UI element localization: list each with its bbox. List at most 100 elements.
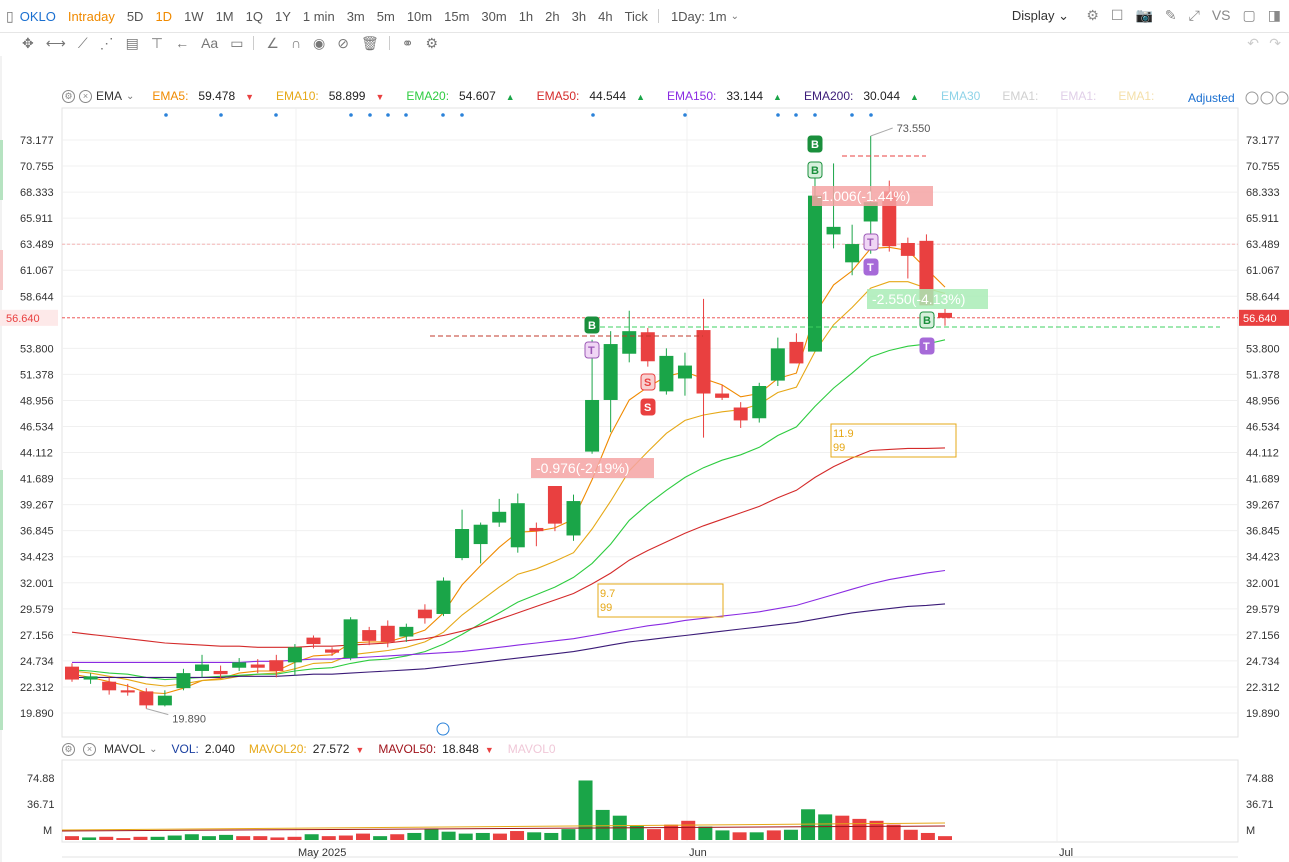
x-tick-label: May 2025: [298, 847, 346, 859]
candle-body: [640, 332, 655, 362]
volume-bar: [527, 832, 542, 840]
candle-body: [157, 695, 172, 706]
volume-bar: [133, 836, 148, 840]
volume-tick-label-left: 36.71: [27, 799, 55, 811]
candle-body: [733, 407, 748, 421]
candle-body: [287, 647, 302, 663]
candle-body: [900, 242, 915, 256]
axis-marker: [0, 140, 3, 200]
price-tick-label-left: 46.534: [20, 421, 54, 433]
price-tick-label-left: 63.489: [20, 239, 54, 251]
back-icon: [1245, 91, 1259, 105]
axis-marker: [0, 470, 3, 730]
price-tick-label-left: 29.579: [20, 604, 54, 616]
volume-bar: [99, 836, 114, 840]
price-tick-label: 32.001: [1246, 578, 1280, 590]
price-tick-label-left: 70.755: [20, 161, 54, 173]
price-tick-label-left: 58.644: [20, 291, 54, 303]
volume-bar: [150, 836, 165, 840]
candle-body: [139, 691, 154, 706]
price-tick-label-left: 19.890: [20, 708, 54, 720]
volume-bar: [510, 831, 525, 840]
volume-tick-label-left: M: [43, 825, 52, 837]
minus-icon: [1260, 91, 1274, 105]
candle-body: [826, 226, 841, 235]
low-pointer: [146, 708, 169, 716]
price-tick-label: 41.689: [1246, 474, 1280, 486]
candle-body: [362, 630, 377, 641]
price-tick-label-left: 34.423: [20, 552, 54, 564]
volume-bar: [407, 832, 422, 840]
signal-marker-text: B: [811, 165, 819, 177]
volume-bar: [65, 836, 79, 840]
signal-marker-text: B: [588, 320, 596, 332]
volume-bar: [886, 824, 901, 840]
candle-body: [195, 664, 210, 671]
price-tick-label: 56.640: [1243, 313, 1277, 325]
volume-tick-label: M: [1246, 825, 1255, 837]
high-label: 73.550: [897, 123, 931, 135]
price-tick-label-left: 32.001: [20, 578, 54, 590]
info-box-text: 99: [600, 602, 612, 614]
candle-body: [770, 348, 785, 381]
candle-body: [306, 637, 321, 645]
volume-bar: [544, 832, 559, 840]
volume-bar: [801, 809, 816, 840]
price-tick-label-left: 68.333: [20, 187, 54, 199]
change-badge-text: -2.550(-4.13%): [872, 291, 965, 307]
volume-bar: [681, 820, 696, 840]
candle-body: [436, 580, 451, 614]
candle-body: [677, 365, 692, 379]
price-tick-label-left: 27.156: [20, 630, 54, 642]
volume-tick-label: 36.71: [1246, 799, 1274, 811]
x-tick-label: Jun: [689, 847, 707, 859]
high-pointer: [870, 127, 893, 137]
price-tick-label: 46.534: [1246, 421, 1280, 433]
plus-icon: [1275, 91, 1289, 105]
event-dot: [776, 113, 780, 117]
price-tick-label-left: 48.956: [20, 395, 54, 407]
event-dot: [869, 113, 873, 117]
price-tick-label-left: 73.177: [20, 135, 54, 147]
candle-body: [102, 681, 117, 691]
candle-body: [399, 626, 414, 637]
candle-body: [603, 344, 618, 400]
volume-bar: [270, 837, 285, 840]
price-tick-label-left: 24.734: [20, 656, 54, 668]
volume-bar: [732, 832, 747, 840]
candle-body: [566, 501, 581, 536]
event-dot: [441, 113, 445, 117]
event-dot: [274, 113, 278, 117]
volume-bar: [441, 831, 456, 840]
event-dot: [794, 113, 798, 117]
change-badge-text: -1.006(-1.44%): [817, 188, 910, 204]
price-tick-label: 44.112: [1246, 448, 1279, 460]
volume-bar: [578, 780, 593, 840]
candle-body: [492, 511, 507, 523]
price-panel-frame: [61, 107, 1239, 738]
candle-body: [510, 503, 525, 548]
candle-body: [417, 609, 432, 619]
volume-bar: [698, 826, 713, 840]
price-tick-label-left: 22.312: [20, 682, 54, 694]
signal-marker-text: B: [923, 315, 931, 327]
event-dot: [349, 113, 353, 117]
price-tick-label-left: 56.640: [6, 313, 40, 325]
volume-bar: [236, 836, 251, 840]
info-box: [597, 583, 724, 618]
event-dot: [386, 113, 390, 117]
volume-bar: [321, 836, 336, 840]
volume-bar: [766, 830, 781, 840]
candle-body: [65, 666, 79, 680]
signal-marker-text: T: [867, 237, 874, 249]
volume-bar: [201, 836, 216, 840]
event-dot: [850, 113, 854, 117]
price-tick-label: 65.911: [1246, 213, 1279, 225]
event-dot: [591, 113, 595, 117]
candle-body: [232, 662, 247, 668]
price-tick-label-left: 53.800: [20, 343, 54, 355]
price-chart[interactable]: 73.177 73.177 70.755 70.755 68.333 68.333 65.9…: [0, 0, 1289, 862]
signal-marker-text: T: [588, 345, 595, 357]
low-label: 19.890: [172, 714, 206, 726]
candle-body: [83, 676, 98, 680]
